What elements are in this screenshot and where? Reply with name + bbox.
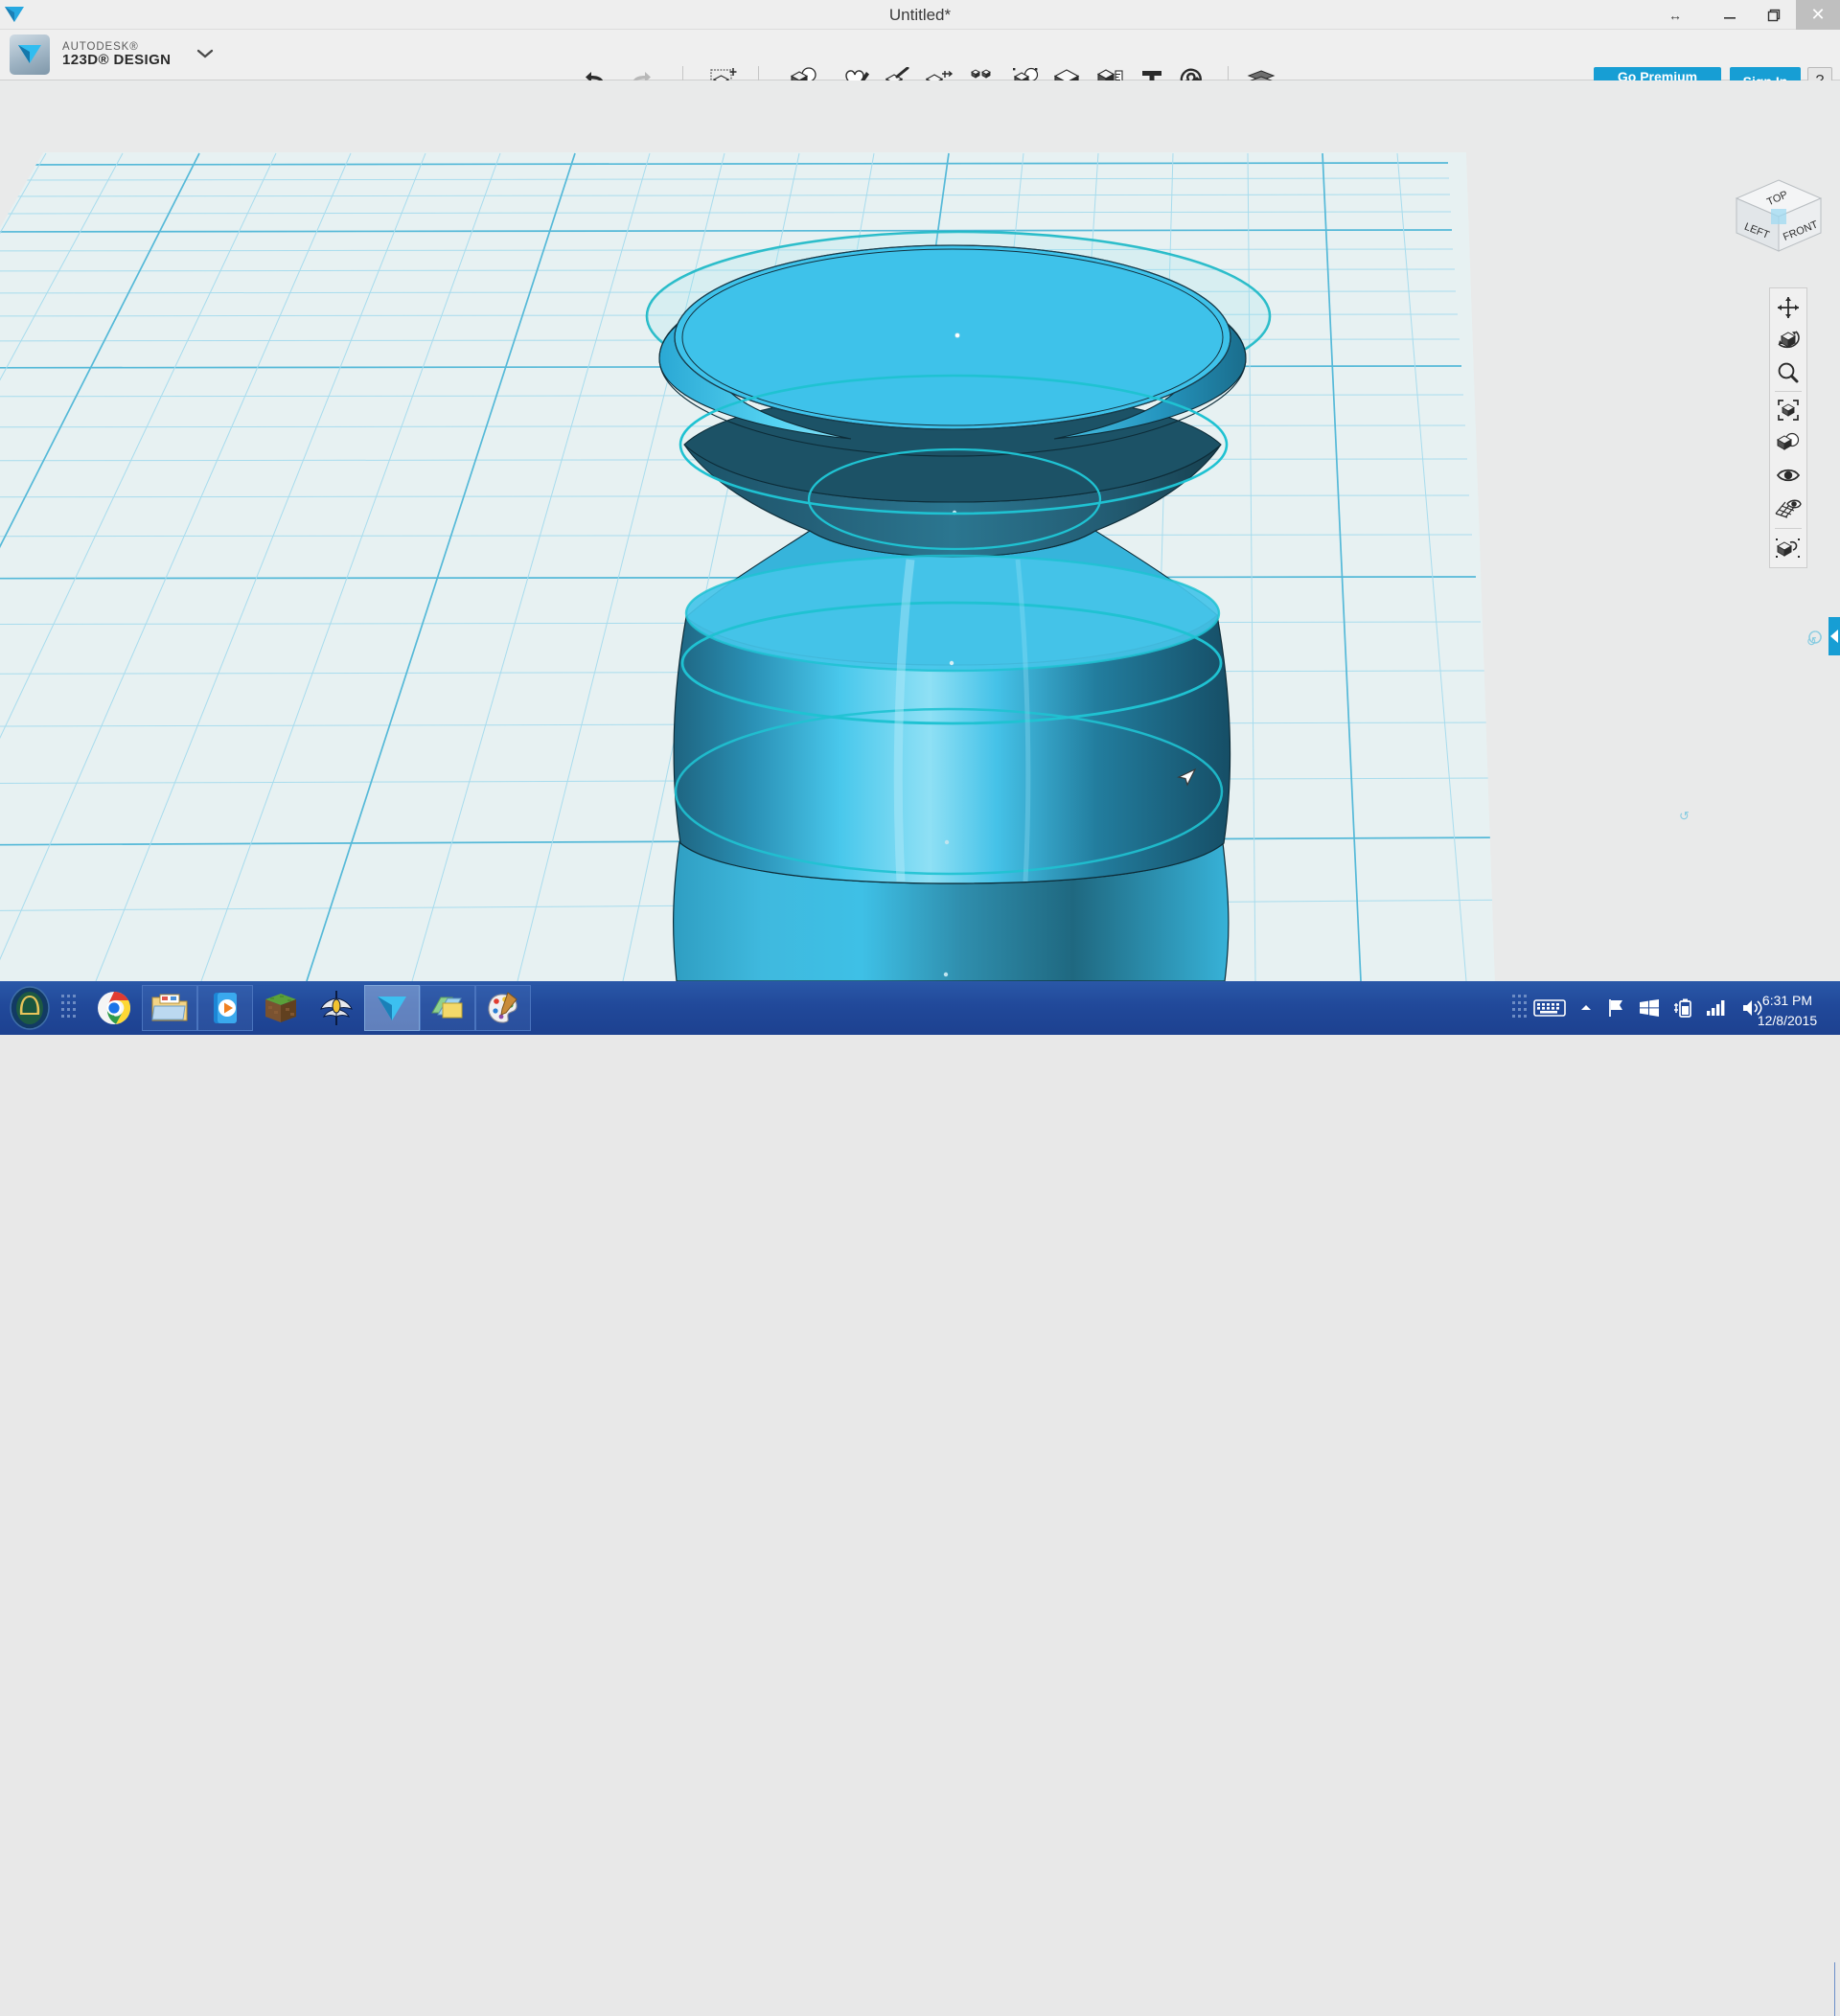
tray-network-button[interactable] — [1706, 998, 1727, 1018]
maximize-button[interactable] — [1752, 0, 1796, 30]
windows-taskbar: 6:31 PM 12/8/2015 — [0, 981, 1840, 2016]
orbit-cube-icon — [1778, 331, 1800, 349]
taskbar-item-paint[interactable] — [475, 985, 531, 1031]
eye-icon — [1776, 469, 1801, 482]
show-desktop-button[interactable] — [1834, 1962, 1840, 2016]
grid-display-button[interactable] — [1770, 492, 1806, 524]
chevron-down-icon[interactable] — [196, 47, 215, 63]
taskbar-item-123d-design[interactable] — [364, 985, 420, 1031]
collapse-panel-arrow-icon[interactable] — [1828, 617, 1840, 655]
tray-windows-button[interactable] — [1639, 998, 1660, 1018]
taskbar-item-file-explorer[interactable] — [142, 985, 197, 1031]
signal-bars-icon — [1707, 1000, 1725, 1016]
chevron-up-icon — [1581, 1005, 1591, 1010]
chrome-icon — [98, 992, 130, 1024]
eagle-emblem-icon — [320, 991, 353, 1025]
folders-icon — [431, 997, 463, 1019]
pan-arrows-icon — [1778, 297, 1799, 318]
quicklaunch-handle[interactable] — [61, 995, 77, 1021]
123d-design-icon — [378, 997, 406, 1020]
grid-floor: ↺ ↺ ↺ — [0, 80, 1840, 981]
fit-to-window-icon — [1778, 400, 1799, 421]
media-player-icon — [214, 993, 237, 1023]
windows-logo-icon — [1640, 999, 1659, 1017]
magnifier-icon — [1778, 362, 1799, 383]
taskbar-item-folders[interactable] — [420, 985, 475, 1031]
application-toolbar: AUTODESK® 123D® DESIGN Go Premium — [0, 30, 1840, 96]
snap-settings-button[interactable] — [1770, 532, 1806, 564]
folder-icon — [151, 994, 188, 1021]
fit-tool-button[interactable] — [1770, 394, 1806, 426]
app-logo-badge — [10, 34, 50, 75]
tray-action-center-button[interactable] — [1606, 997, 1625, 1019]
grid-eye-icon — [1775, 499, 1802, 518]
brand-product: 123D® DESIGN — [62, 52, 172, 69]
view-tools-panel — [1769, 287, 1807, 568]
view-style-cube-icon — [1776, 432, 1800, 450]
taskbar-item-media-player[interactable] — [197, 985, 253, 1031]
clock-date: 12/8/2015 — [1757, 1013, 1818, 1028]
snap-cube-icon — [1776, 538, 1800, 558]
zoom-tool-button[interactable] — [1770, 356, 1806, 389]
tray-show-hidden-button[interactable] — [1579, 1002, 1593, 1014]
svg-text:↺: ↺ — [1679, 809, 1690, 823]
flag-icon — [1609, 999, 1622, 1017]
visibility-button[interactable] — [1770, 459, 1806, 492]
view-style-button[interactable] — [1770, 426, 1806, 459]
minimize-button[interactable] — [1708, 0, 1752, 30]
tray-battery-button[interactable] — [1673, 997, 1692, 1019]
clock-time: 6:31 PM — [1761, 993, 1813, 1008]
tray-handle[interactable] — [1512, 995, 1528, 1021]
svg-text:↺: ↺ — [1806, 634, 1817, 649]
window-title: Untitled* — [888, 6, 952, 24]
close-button[interactable]: ✕ — [1796, 0, 1840, 30]
pan-tool-button[interactable] — [1770, 291, 1806, 324]
taskbar-item-eagle-app[interactable] — [309, 985, 364, 1031]
view-tools-divider-2 — [1775, 528, 1802, 529]
mouse-arrow-cursor — [1177, 767, 1197, 787]
arrow-glyph — [1830, 630, 1838, 643]
keyboard-icon — [1533, 999, 1566, 1017]
viewport-canvas[interactable]: ↺ ↺ ↺ TOP LEFT FRONT — [0, 80, 1840, 981]
tray-keyboard-button[interactable] — [1533, 997, 1566, 1019]
taskbar-item-chrome[interactable] — [86, 985, 142, 1031]
orbit-tool-button[interactable] — [1770, 324, 1806, 356]
brand-block[interactable]: AUTODESK® 123D® DESIGN — [10, 34, 215, 75]
taskbar-item-minecraft[interactable] — [253, 985, 309, 1031]
brand-text: AUTODESK® 123D® DESIGN — [62, 41, 171, 69]
view-tools-divider-1 — [1775, 391, 1802, 392]
paint-palette-icon — [488, 992, 518, 1023]
battery-charging-icon — [1674, 998, 1691, 1018]
taskbar-clock[interactable]: 6:31 PM 12/8/2015 — [1739, 991, 1835, 1031]
title-bar: Untitled* ↔ ✕ — [0, 0, 1840, 30]
restore-arrows-icon[interactable]: ↔ — [1658, 0, 1692, 30]
minecraft-grass-block-icon — [265, 994, 296, 1022]
view-cube[interactable]: TOP LEFT FRONT — [1725, 174, 1832, 257]
start-orb-button[interactable] — [5, 984, 55, 1032]
